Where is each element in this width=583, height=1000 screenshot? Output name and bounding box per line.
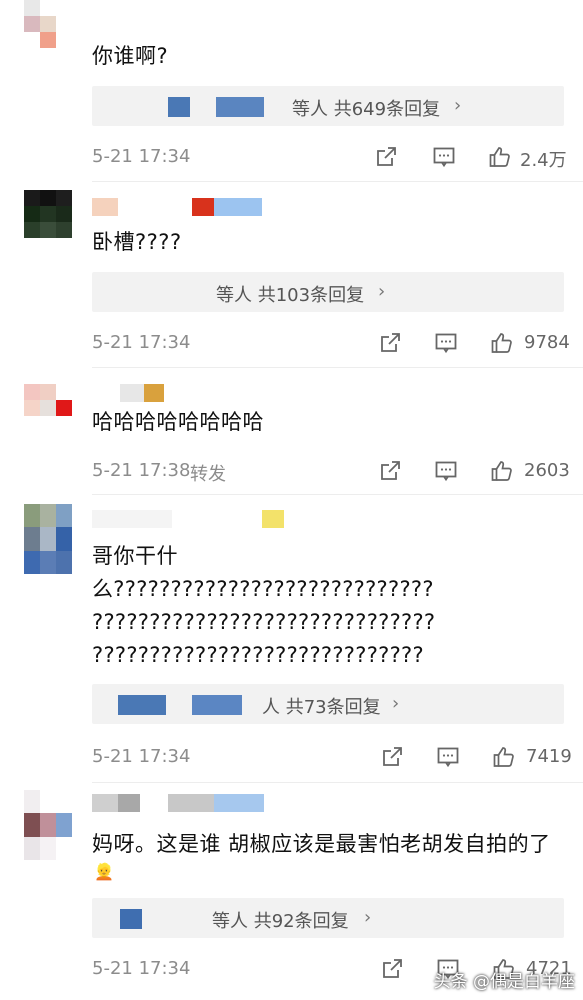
timestamp: 5-21 17:34 <box>92 332 191 353</box>
reply-summary[interactable]: 等人 共649条回复 › <box>92 86 564 126</box>
mosaic-username <box>216 97 264 117</box>
share-icon[interactable] <box>378 331 402 355</box>
timestamp: 5-21 17:34 <box>92 958 191 979</box>
reply-summary[interactable]: 等人 共92条回复 › <box>92 898 564 938</box>
comment-line: 哥你干什 <box>92 544 178 568</box>
comment-text: 哈哈哈哈哈哈哈哈 <box>92 410 264 434</box>
reply-count: 等人 共103条回复 <box>216 285 365 306</box>
comment-meta: 5-21 17:34 9784 <box>92 330 572 356</box>
mosaic-username <box>192 695 242 715</box>
like-icon[interactable] <box>488 145 512 169</box>
comment-line: 么???????????????????????????? <box>92 577 434 601</box>
like-count: 2.4万 <box>520 150 567 171</box>
share-icon[interactable] <box>374 145 398 169</box>
like-count: 9784 <box>524 332 570 353</box>
avatar[interactable] <box>24 790 72 860</box>
emoji-blonde-person: 👱 <box>94 862 114 881</box>
like-count: 2603 <box>524 460 570 481</box>
timestamp: 5-21 17:34 <box>92 146 191 167</box>
username-mosaic[interactable] <box>92 794 264 812</box>
comment-text: 你谁啊? <box>92 44 169 68</box>
reply-summary[interactable]: 等人 共103条回复 › <box>92 272 564 312</box>
comment-meta: 5-21 17:38 转发 2603 <box>92 458 572 486</box>
comment-text: 哥你干什 么???????????????????????????? ?????… <box>92 540 572 672</box>
comment-line: ?????????????????????????????? <box>92 610 436 634</box>
comment-icon[interactable] <box>436 745 460 769</box>
username-mosaic[interactable] <box>92 510 284 528</box>
reply-summary[interactable]: 人 共73条回复 › <box>92 684 564 724</box>
avatar[interactable] <box>24 0 72 48</box>
like-icon[interactable] <box>490 331 514 355</box>
username-mosaic[interactable] <box>92 198 262 216</box>
chevron-right-icon: › <box>364 907 372 928</box>
reply-count: 人 共73条回复 <box>262 697 381 718</box>
comment-line: ????????????????????????????? <box>92 643 424 667</box>
divider <box>92 367 583 368</box>
mosaic-username <box>118 695 166 715</box>
chevron-right-icon: › <box>392 693 400 714</box>
like-icon[interactable] <box>492 745 516 769</box>
comment-text: 妈呀。这是谁 胡椒应该是最害怕老胡发自拍的了 <box>92 832 551 856</box>
comment-icon[interactable] <box>434 459 458 483</box>
share-icon[interactable] <box>380 957 404 981</box>
forward-link[interactable]: 转发 <box>190 460 226 486</box>
reply-count: 等人 共649条回复 <box>292 99 441 120</box>
comment-icon[interactable] <box>434 331 458 355</box>
mosaic-username <box>120 909 142 929</box>
username-mosaic[interactable] <box>92 384 164 402</box>
avatar[interactable] <box>24 504 72 574</box>
timestamp: 5-21 17:34 <box>92 746 191 767</box>
comment-icon[interactable] <box>432 145 456 169</box>
timestamp: 5-21 17:38 <box>92 460 191 481</box>
mosaic-username <box>168 97 190 117</box>
share-icon[interactable] <box>380 745 404 769</box>
comment-meta: 5-21 17:34 7419 <box>92 744 572 770</box>
comment-meta: 5-21 17:34 2.4万 <box>92 144 572 171</box>
chevron-right-icon: › <box>378 281 386 302</box>
comment-text: 卧槽???? <box>92 230 182 254</box>
like-icon[interactable] <box>490 459 514 483</box>
divider <box>92 782 583 783</box>
chevron-right-icon: › <box>454 95 462 116</box>
watermark: 头条 @偶是白羊座 <box>433 972 575 992</box>
share-icon[interactable] <box>378 459 402 483</box>
reply-count: 等人 共92条回复 <box>212 911 349 932</box>
like-count: 7419 <box>526 746 572 767</box>
divider <box>92 494 583 495</box>
divider <box>92 181 583 182</box>
avatar[interactable] <box>24 384 72 432</box>
avatar[interactable] <box>24 190 72 238</box>
